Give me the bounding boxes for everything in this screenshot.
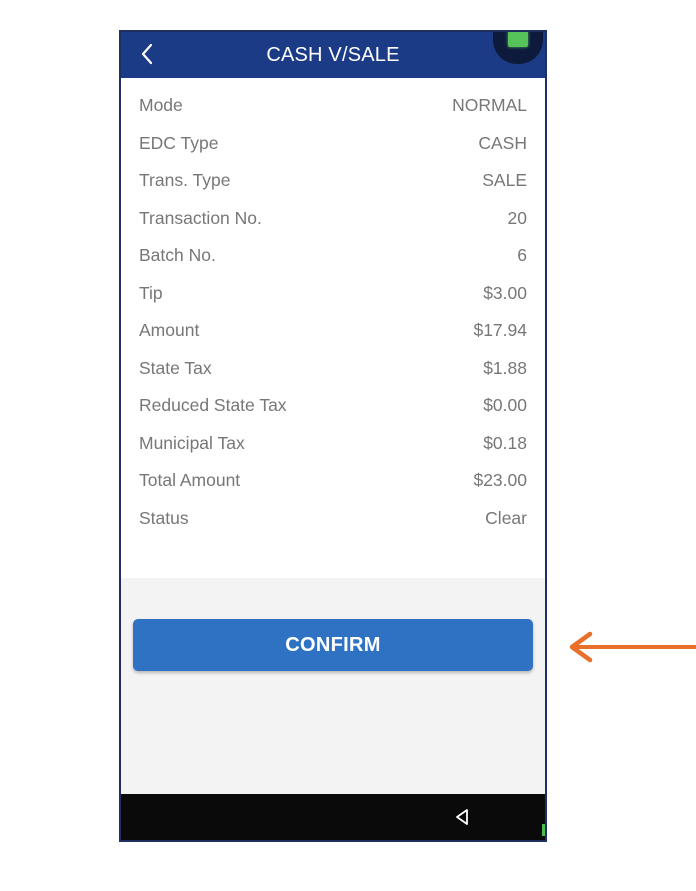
detail-row-trans-type: Trans. Type SALE — [139, 164, 527, 194]
detail-row-edc-type: EDC Type CASH — [139, 127, 527, 157]
detail-row-total-amount: Total Amount $23.00 — [139, 464, 527, 494]
detail-value: $0.00 — [483, 395, 527, 415]
detail-label: State Tax — [139, 357, 212, 378]
detail-label: Total Amount — [139, 470, 241, 490]
detail-value: $1.88 — [483, 357, 527, 378]
app-header: CASH V/SALE — [121, 32, 545, 78]
detail-value: $0.18 — [483, 432, 527, 453]
detail-row-transaction-no: Transaction No. 20 — [139, 202, 527, 232]
detail-row-municipal-tax: Municipal Tax $0.18 — [139, 427, 527, 457]
detail-value: SALE — [482, 170, 527, 190]
detail-row-tip: Tip $3.00 — [139, 277, 527, 307]
detail-value: 20 — [507, 207, 527, 228]
detail-value: $23.00 — [473, 470, 527, 490]
detail-label: Trans. Type — [139, 170, 231, 190]
confirm-button[interactable]: CONFIRM — [133, 619, 533, 671]
detail-label: Tip — [139, 282, 163, 303]
detail-value: $3.00 — [483, 282, 527, 303]
detail-row-batch-no: Batch No. 6 — [139, 239, 527, 269]
detail-label: Batch No. — [139, 245, 216, 265]
triangle-back-icon[interactable] — [453, 808, 471, 826]
system-nav-bar — [121, 794, 545, 840]
detail-label: Mode — [139, 95, 183, 115]
detail-label: Transaction No. — [139, 207, 262, 228]
detail-value: Clear — [485, 507, 527, 528]
detail-row-reduced-state-tax: Reduced State Tax $0.00 — [139, 389, 527, 419]
detail-row-mode: Mode NORMAL — [139, 89, 527, 119]
detail-label: EDC Type — [139, 132, 219, 153]
detail-row-state-tax: State Tax $1.88 — [139, 352, 527, 382]
detail-value: CASH — [478, 132, 527, 153]
detail-value: 6 — [517, 245, 527, 265]
transaction-details: Mode NORMAL EDC Type CASH Trans. Type SA… — [121, 78, 545, 578]
battery-icon — [508, 32, 528, 47]
detail-label: Reduced State Tax — [139, 395, 287, 415]
status-indicator-bar — [542, 824, 545, 836]
detail-row-status: Status Clear — [139, 502, 527, 532]
detail-row-amount: Amount $17.94 — [139, 314, 527, 344]
detail-label: Amount — [139, 320, 200, 340]
arrow-left-icon — [569, 631, 696, 663]
detail-value: $17.94 — [473, 320, 527, 340]
device-screen: CASH V/SALE Mode NORMAL EDC Type CASH Tr… — [119, 30, 547, 842]
detail-label: Municipal Tax — [139, 432, 245, 453]
detail-label: Status — [139, 507, 189, 528]
detail-value: NORMAL — [452, 95, 527, 115]
page-title: CASH V/SALE — [266, 44, 400, 66]
